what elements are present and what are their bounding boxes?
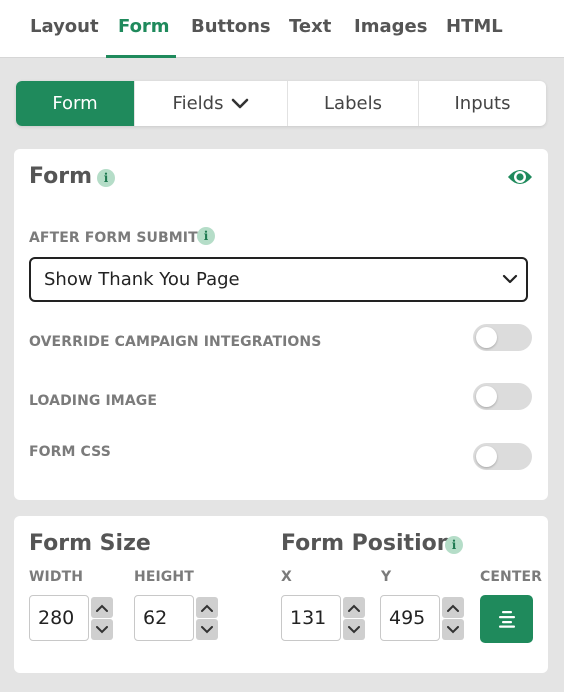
chevron-up-icon	[201, 604, 213, 612]
info-icon[interactable]: i	[197, 227, 215, 245]
segment-inputs[interactable]: Inputs	[419, 81, 546, 126]
x-input[interactable]: 131	[281, 595, 341, 641]
align-center-icon	[498, 611, 515, 628]
tab-text[interactable]: Text	[289, 16, 331, 37]
toggle-label-override: OVERRIDE CAMPAIGN INTEGRATIONS	[29, 334, 322, 350]
chevron-down-icon	[447, 625, 459, 633]
height-input[interactable]: 62	[134, 595, 194, 641]
tab-form[interactable]: Form	[118, 16, 170, 37]
chevron-down-icon	[96, 625, 108, 633]
override-integrations-toggle[interactable]	[473, 324, 532, 351]
form-css-toggle[interactable]	[473, 443, 532, 470]
chevron-up-icon	[447, 604, 459, 612]
chevron-down-icon	[502, 274, 518, 284]
toggle-label-css: FORM CSS	[29, 444, 111, 460]
height-label: HEIGHT	[134, 569, 194, 585]
center-align-button[interactable]	[480, 595, 533, 643]
tab-html[interactable]: HTML	[446, 16, 503, 37]
form-card-title: Form	[29, 164, 93, 189]
form-settings-card: Form i AFTER FORM SUBMIT i Show Thank Yo…	[14, 149, 548, 500]
segment-form[interactable]: Form	[16, 81, 135, 126]
info-icon[interactable]: i	[445, 536, 463, 554]
y-input[interactable]: 495	[380, 595, 440, 641]
toggle-label-loading: LOADING IMAGE	[29, 393, 158, 409]
chevron-down-icon	[348, 625, 360, 633]
chevron-down-icon	[232, 98, 249, 108]
form-position-title: Form Position	[281, 531, 453, 556]
x-label: X	[281, 569, 292, 585]
form-size-title: Form Size	[29, 531, 151, 556]
height-decrement-button[interactable]	[196, 619, 218, 640]
height-increment-button[interactable]	[196, 597, 218, 618]
x-increment-button[interactable]	[343, 597, 365, 618]
width-increment-button[interactable]	[91, 597, 113, 618]
x-decrement-button[interactable]	[343, 619, 365, 640]
width-input[interactable]: 280	[29, 595, 89, 641]
chevron-up-icon	[96, 604, 108, 612]
toggle-knob	[476, 327, 497, 348]
after-submit-label: AFTER FORM SUBMIT	[29, 230, 198, 246]
info-icon[interactable]: i	[97, 169, 115, 187]
size-position-card: Form Size Form Position i WIDTH HEIGHT X…	[14, 516, 548, 673]
width-label: WIDTH	[29, 569, 84, 585]
segment-form-label: Form	[52, 93, 98, 114]
segment-fields[interactable]: Fields	[135, 81, 288, 126]
y-increment-button[interactable]	[442, 597, 464, 618]
y-label: Y	[381, 569, 392, 585]
segment-labels[interactable]: Labels	[288, 81, 419, 126]
tab-images[interactable]: Images	[354, 16, 427, 37]
after-submit-value: Show Thank You Page	[44, 269, 240, 290]
top-nav: Layout Form Buttons Text Images HTML	[0, 0, 564, 58]
tab-buttons[interactable]: Buttons	[191, 16, 271, 37]
tab-layout[interactable]: Layout	[30, 16, 99, 37]
chevron-down-icon	[201, 625, 213, 633]
center-label: CENTER	[480, 569, 543, 585]
active-tab-underline	[106, 55, 176, 58]
toggle-knob	[476, 386, 497, 407]
loading-image-toggle[interactable]	[473, 383, 532, 410]
segment-labels-label: Labels	[324, 93, 382, 114]
toggle-knob	[476, 446, 497, 467]
after-submit-select[interactable]: Show Thank You Page	[29, 257, 528, 302]
segmented-control: Form Fields Labels Inputs	[16, 81, 546, 126]
segment-inputs-label: Inputs	[454, 93, 511, 114]
chevron-up-icon	[348, 604, 360, 612]
segment-fields-label: Fields	[172, 93, 224, 114]
eye-icon[interactable]	[506, 165, 534, 189]
width-decrement-button[interactable]	[91, 619, 113, 640]
y-decrement-button[interactable]	[442, 619, 464, 640]
